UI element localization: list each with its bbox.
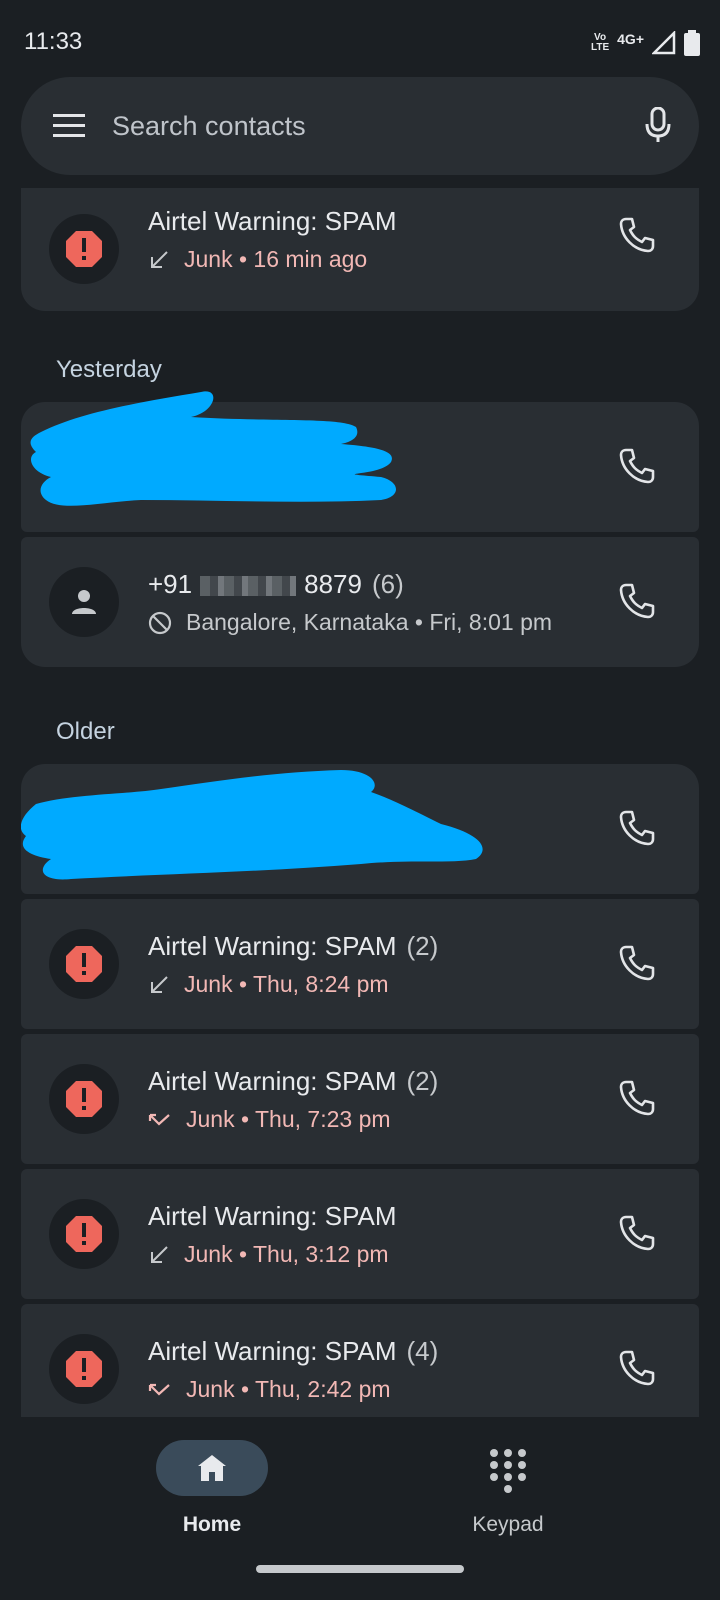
call-log-item[interactable]: Airtel Warning: SPAM Junk • Thu, 3:12 pm [21,1169,699,1299]
spam-avatar [49,1334,119,1404]
call-icon[interactable] [617,581,657,621]
spam-warning-icon [66,1216,102,1252]
call-log-item[interactable]: Airtel Warning: SPAM (4) Junk • Thu, 2:42… [21,1304,699,1417]
spam-avatar [49,929,119,999]
redaction-mark [30,391,396,506]
missed-call-icon [148,1113,170,1126]
caller-name: Airtel Warning: SPAM [148,1201,397,1231]
call-details: Junk • Thu, 3:12 pm [148,1241,389,1268]
nav-keypad-label: Keypad [472,1513,544,1536]
spam-warning-icon [66,231,102,267]
blocked-call-icon [148,611,172,634]
spam-avatar [49,214,119,284]
home-icon [198,1455,226,1481]
search-bar[interactable]: Search contacts [21,77,699,175]
status-icons: Vo LTE 4G+ [591,28,700,58]
caller-name: Airtel Warning: SPAM (2) [148,931,439,961]
incoming-call-icon [151,1245,168,1263]
call-details: Junk • Thu, 8:24 pm [148,971,389,998]
blurred-digits [200,576,297,597]
gesture-bar[interactable] [256,1565,464,1573]
spam-warning-icon [66,946,102,982]
call-history-list[interactable]: Airtel Warning: SPAM Junk • 16 min ago Y… [21,188,699,1417]
call-log-item[interactable]: +91 8879 (6) Bangalore, Karnataka • Fri, 8… [21,537,699,667]
spam-warning-icon [66,1351,102,1387]
call-icon[interactable] [617,446,657,486]
incoming-call-icon [151,975,168,993]
incoming-call-icon [151,250,168,268]
call-icon[interactable] [617,943,657,983]
person-icon [72,590,96,614]
missed-call-icon [148,1383,170,1396]
caller-name: Airtel Warning: SPAM [148,206,397,236]
call-details: Bangalore, Karnataka • Fri, 8:01 pm [148,609,552,636]
search-input[interactable]: Search contacts [112,111,306,142]
menu-icon[interactable] [53,113,85,139]
caller-name: Airtel Warning: SPAM (4) [148,1336,439,1366]
call-log-item[interactable]: Airtel Warning: SPAM (2) Junk • Thu, 8:24… [21,899,699,1029]
call-log-item-redacted[interactable] [21,764,699,894]
nav-home[interactable]: Home [128,1417,296,1547]
nav-home-indicator [156,1440,268,1496]
call-icon[interactable] [617,1078,657,1118]
network-type-label: 4G+ [617,31,644,47]
dialpad-icon [490,1449,526,1493]
caller-number: +91 8879 (6) [148,569,404,599]
contact-avatar [49,567,119,637]
call-icon[interactable] [617,215,657,255]
battery-icon [684,30,700,56]
volte-icon: Vo LTE [590,32,610,53]
redaction-mark [21,770,483,880]
caller-name: Airtel Warning: SPAM (2) [148,1066,439,1096]
nav-home-label: Home [182,1513,242,1536]
call-log-item-redacted[interactable] [21,391,699,532]
call-icon[interactable] [617,808,657,848]
call-icon[interactable] [617,1348,657,1388]
call-details: Junk • Thu, 2:42 pm [148,1376,391,1403]
call-log-item[interactable]: Airtel Warning: SPAM Junk • 16 min ago [21,188,699,311]
call-details: Junk • 16 min ago [148,246,367,273]
nav-keypad[interactable]: Keypad [424,1417,592,1547]
spam-avatar [49,1064,119,1134]
spam-warning-icon [66,1081,102,1117]
status-time: 11:33 [24,28,83,55]
call-log-item[interactable]: Airtel Warning: SPAM (2) Junk • Thu, 7:23… [21,1034,699,1164]
status-bar: 11:33 Vo LTE 4G+ [0,0,720,80]
section-header-older: Older [56,718,115,745]
call-icon[interactable] [617,1213,657,1253]
spam-avatar [49,1199,119,1269]
mic-icon[interactable] [645,107,671,143]
section-header-yesterday: Yesterday [56,356,162,383]
call-details: Junk • Thu, 7:23 pm [148,1106,391,1133]
signal-icon [652,31,676,55]
